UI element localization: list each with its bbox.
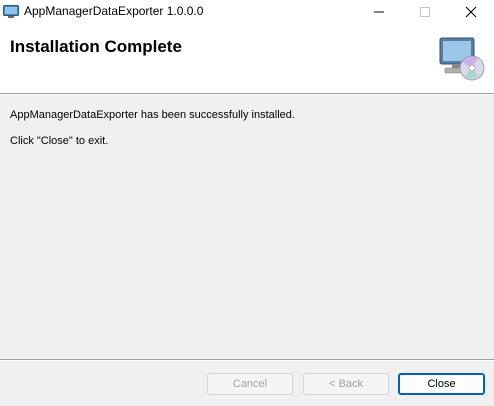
header-banner: Installation Complete xyxy=(0,24,494,93)
title-bar[interactable]: AppManagerDataExporter 1.0.0.0 xyxy=(0,0,494,24)
back-button: < Back xyxy=(303,373,389,395)
exit-instruction: Click "Close" to exit. xyxy=(10,135,109,147)
close-window-button[interactable] xyxy=(448,0,494,24)
close-button[interactable]: Close xyxy=(398,373,485,395)
computer-cd-icon xyxy=(438,36,486,82)
success-message: AppManagerDataExporter has been successf… xyxy=(10,109,295,121)
installer-window: AppManagerDataExporter 1.0.0.0 Installat… xyxy=(0,0,494,406)
cancel-button: Cancel xyxy=(207,373,293,395)
close-icon xyxy=(465,6,477,18)
banner-divider-highlight xyxy=(0,94,494,95)
page-title: Installation Complete xyxy=(10,37,182,56)
minimize-icon xyxy=(374,11,384,13)
minimize-button[interactable] xyxy=(356,0,402,24)
maximize-icon xyxy=(420,7,430,17)
installer-monitor-icon xyxy=(3,5,19,19)
window-title: AppManagerDataExporter 1.0.0.0 xyxy=(24,4,204,18)
footer-divider-highlight xyxy=(0,360,494,361)
maximize-button xyxy=(402,0,448,24)
